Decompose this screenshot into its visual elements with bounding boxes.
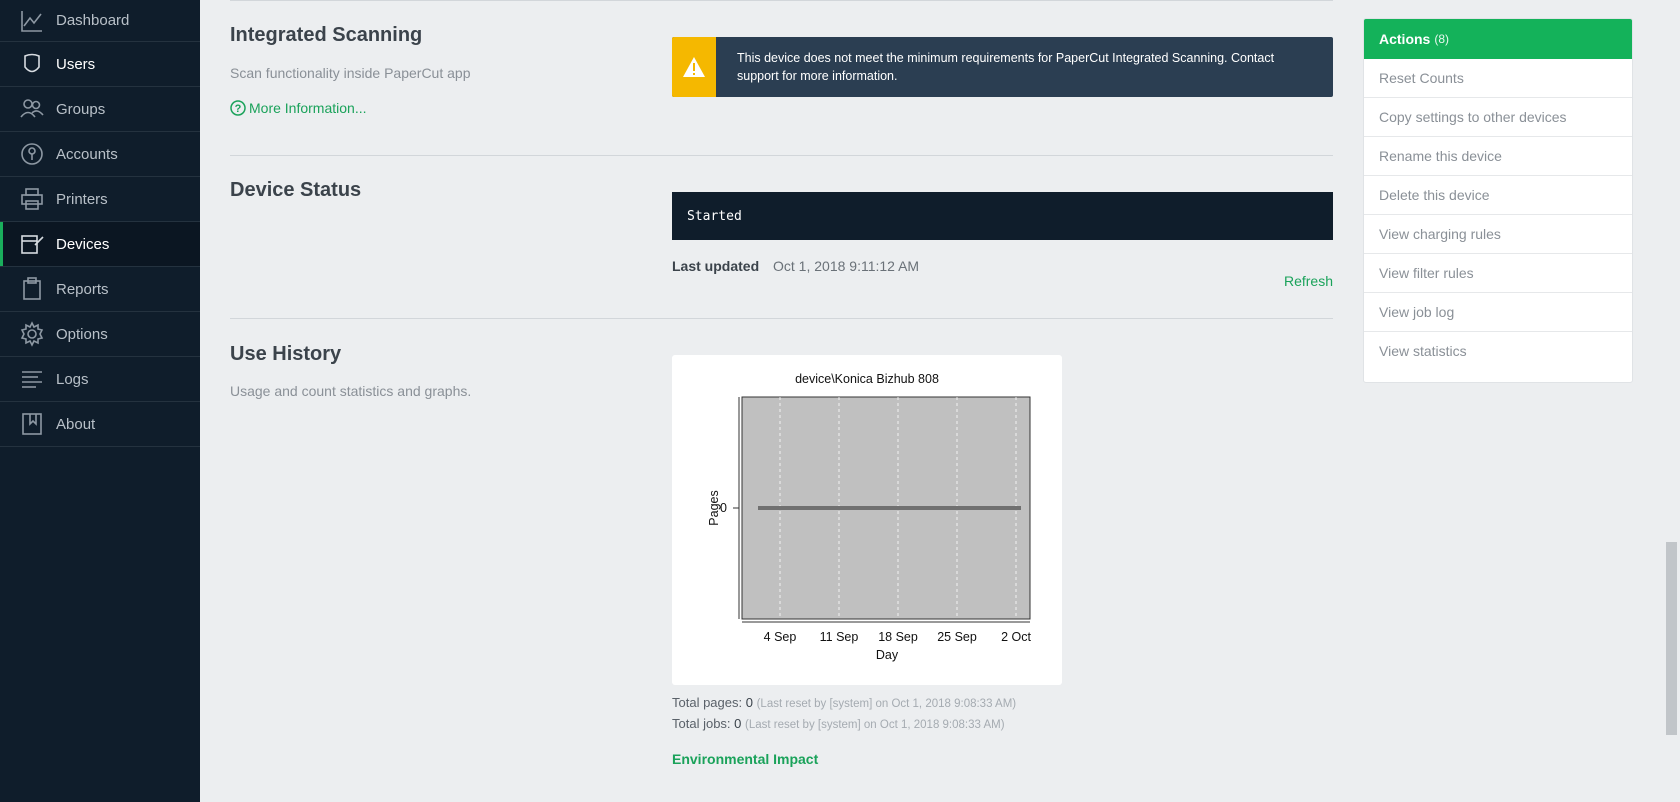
sidebar-item-label: Printers [56, 190, 108, 208]
clipboard-icon [19, 276, 45, 302]
svg-text:?: ? [235, 103, 242, 115]
actions-header: Actions (8) [1364, 19, 1632, 59]
x-tick-label: 11 Sep [820, 630, 859, 644]
divider [230, 155, 1333, 156]
chart-line-icon [19, 8, 45, 34]
usage-chart: device\Konica Bizhub 808 4 Sep 11 Sep 18 Se… [672, 355, 1062, 685]
action-delete-device[interactable]: Delete this device [1364, 176, 1632, 215]
actions-panel: Actions (8) Reset Counts Copy settings t… [1363, 18, 1633, 383]
total-jobs-value: 0 [734, 716, 742, 731]
sidebar-item-label: Reports [56, 280, 109, 298]
divider [230, 0, 1333, 1]
last-updated-value: Oct 1, 2018 9:11:12 AM [773, 258, 920, 274]
sidebar-item-reports[interactable]: Reports [0, 267, 200, 312]
scrollbar-thumb[interactable] [1666, 542, 1677, 735]
action-view-job-log[interactable]: View job log [1364, 293, 1632, 332]
sidebar-item-accounts[interactable]: Accounts [0, 132, 200, 177]
more-information-link[interactable]: ? More Information... [230, 100, 367, 116]
help-circle-icon: ? [230, 100, 246, 116]
action-copy-settings[interactable]: Copy settings to other devices [1364, 98, 1632, 137]
action-view-charging-rules[interactable]: View charging rules [1364, 215, 1632, 254]
total-pages-note: (Last reset by [system] on Oct 1, 2018 9… [756, 698, 1017, 710]
action-view-statistics[interactable]: View statistics [1364, 332, 1632, 370]
page-scrollbar[interactable] [1663, 0, 1680, 802]
scanning-desc: Scan functionality inside PaperCut app [230, 65, 471, 81]
total-pages-value: 0 [745, 695, 753, 710]
history-desc: Usage and count statistics and graphs. [230, 383, 472, 399]
sidebar-item-logs[interactable]: Logs [0, 357, 200, 402]
total-jobs-note: (Last reset by [system] on Oct 1, 2018 9… [745, 719, 1005, 731]
sidebar-item-label: About [56, 415, 96, 433]
sidebar-item-label: Users [56, 55, 96, 73]
x-tick-label: 25 Sep [937, 630, 977, 644]
user-icon [19, 51, 45, 77]
usage-chart-svg: device\Konica Bizhub 808 4 Sep 11 Sep 18 Se… [707, 372, 1031, 662]
sidebar-item-label: Accounts [56, 145, 118, 163]
total-jobs-label: Total jobs: [672, 716, 731, 731]
printer-icon [19, 186, 45, 212]
more-information-label: More Information... [249, 100, 367, 116]
warning-icon [672, 37, 716, 97]
scanning-warning: This device does not meet the minimum re… [672, 37, 1333, 97]
refresh-link[interactable]: Refresh [1284, 273, 1333, 289]
y-axis-label: Pages [707, 490, 721, 525]
y-tick-label: 0 [720, 501, 727, 515]
history-title: Use History [230, 343, 342, 365]
scanning-title: Integrated Scanning [230, 24, 423, 46]
sidebar-item-label: Dashboard [56, 12, 130, 29]
status-title: Device Status [230, 179, 362, 201]
x-axis-label: Day [876, 648, 899, 662]
list-icon [19, 366, 45, 392]
sidebar-item-printers[interactable]: Printers [0, 177, 200, 222]
action-reset-counts[interactable]: Reset Counts [1364, 59, 1632, 98]
actions-count: (8) [1434, 32, 1450, 46]
sidebar-item-about[interactable]: About [0, 402, 200, 447]
sidebar-item-label: Groups [56, 100, 106, 118]
total-jobs: Total jobs: 0 (Last reset by [system] on… [672, 716, 1005, 731]
x-tick-label: 4 Sep [764, 630, 797, 644]
divider [230, 318, 1333, 319]
book-icon [19, 411, 45, 437]
device-status-value: Started [672, 192, 1333, 240]
total-pages: Total pages: 0 (Last reset by [system] o… [672, 695, 1016, 710]
last-updated: Last updated Oct 1, 2018 9:11:12 AM [672, 258, 919, 274]
device-icon [19, 231, 45, 257]
sidebar: Dashboard Users Groups Accounts Printers… [0, 0, 200, 802]
sidebar-item-dashboard[interactable]: Dashboard [0, 0, 200, 42]
sidebar-item-options[interactable]: Options [0, 312, 200, 357]
sidebar-item-users[interactable]: Users [0, 42, 200, 87]
actions-title: Actions [1379, 31, 1431, 47]
main-content: Integrated Scanning Scan functionality i… [230, 0, 1333, 802]
x-tick-label: 18 Sep [878, 630, 918, 644]
gear-icon [19, 321, 45, 347]
sidebar-item-devices[interactable]: Devices [0, 222, 200, 267]
action-view-filter-rules[interactable]: View filter rules [1364, 254, 1632, 293]
environmental-impact-link[interactable]: Environmental Impact [672, 751, 818, 767]
last-updated-label: Last updated [672, 258, 760, 274]
chart-title: device\Konica Bizhub 808 [795, 372, 939, 386]
total-pages-label: Total pages: [672, 695, 743, 710]
x-tick-label: 2 Oct [1001, 630, 1031, 644]
action-rename-device[interactable]: Rename this device [1364, 137, 1632, 176]
sidebar-item-groups[interactable]: Groups [0, 87, 200, 132]
sidebar-item-label: Logs [56, 370, 89, 388]
group-icon [19, 96, 45, 122]
account-icon [19, 141, 45, 167]
warning-text: This device does not meet the minimum re… [737, 51, 1275, 83]
sidebar-item-label: Devices [56, 235, 110, 253]
sidebar-item-label: Options [56, 325, 108, 343]
